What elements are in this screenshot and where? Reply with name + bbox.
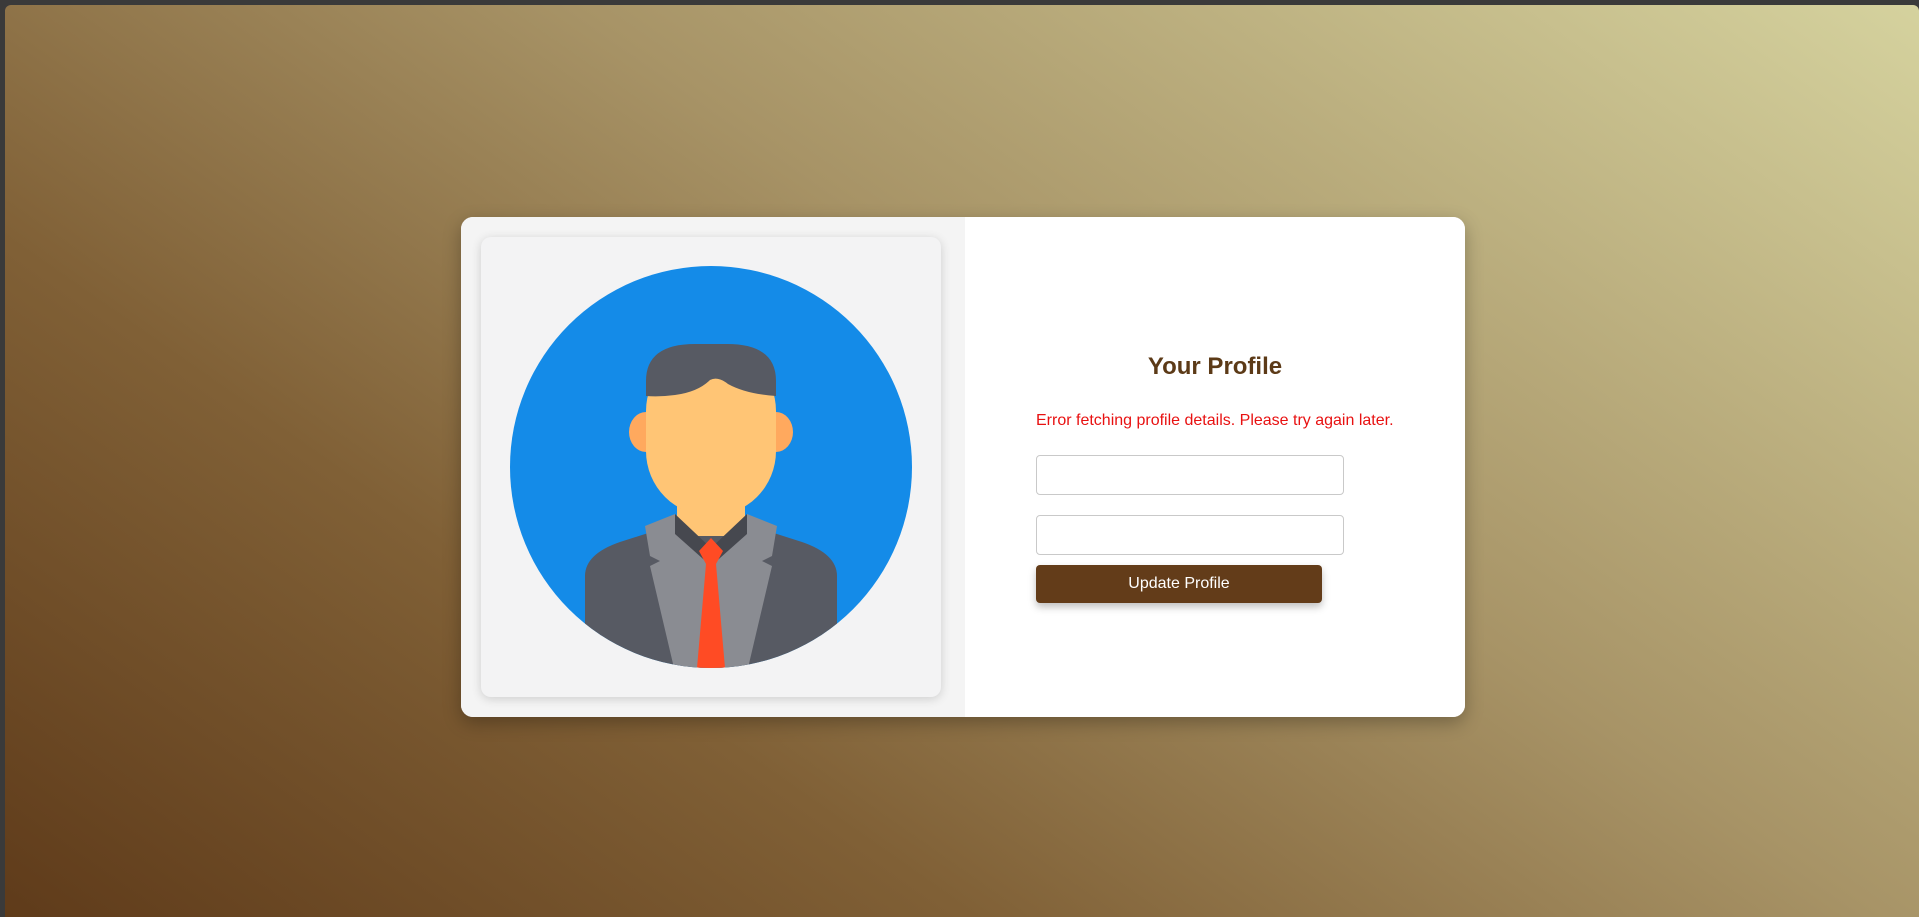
avatar-frame [481,237,941,697]
profile-form-panel: Your Profile Error fetching profile deta… [965,217,1465,717]
profile-field-1[interactable] [1036,455,1344,495]
user-avatar-icon [510,266,912,668]
page-background: Your Profile Error fetching profile deta… [5,5,1919,917]
error-message: Error fetching profile details. Please t… [1036,412,1394,429]
profile-card: Your Profile Error fetching profile deta… [461,217,1465,717]
avatar-panel [461,217,965,717]
profile-field-2[interactable] [1036,515,1344,555]
update-profile-button[interactable]: Update Profile [1036,565,1322,603]
page-title: Your Profile [1147,353,1283,380]
